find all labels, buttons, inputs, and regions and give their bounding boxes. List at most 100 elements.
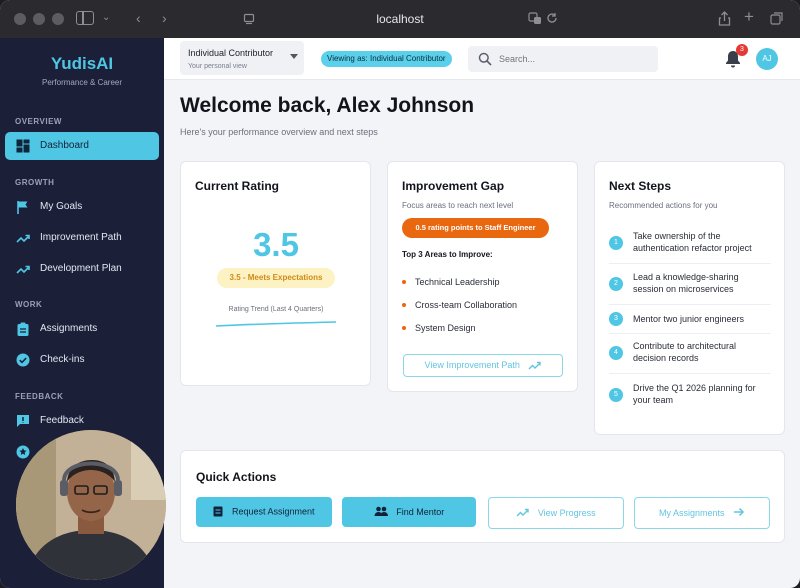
- sidebar-item-assignments[interactable]: Assignments: [5, 315, 159, 343]
- card-title: Quick Actions: [196, 470, 277, 484]
- sidebar-section-work: WORK: [15, 300, 43, 309]
- find-mentor-button[interactable]: Find Mentor: [342, 497, 476, 527]
- step-number: 5: [609, 388, 623, 402]
- reload-icon[interactable]: [546, 12, 558, 24]
- my-assignments-button[interactable]: My Assignments: [634, 497, 770, 529]
- step-number: 3: [609, 312, 623, 326]
- sidebar-item-label: Improvement Path: [40, 232, 122, 243]
- rating-value: 3.5: [253, 226, 299, 263]
- flag-icon: [17, 201, 28, 214]
- step-text: Drive the Q1 2026 planning for your team: [633, 383, 756, 405]
- next-steps-card: Next Steps Recommended actions for you 1…: [594, 161, 785, 435]
- brand-logo: YudisAI: [50, 54, 114, 73]
- rating-trend-sparkline: [215, 321, 337, 327]
- quick-actions-card: Quick Actions Request Assignment Find Me…: [180, 450, 785, 543]
- step-number: 1: [609, 236, 623, 250]
- sidebar-item-label: Dashboard: [40, 140, 89, 151]
- sidebar-item-my-goals[interactable]: My Goals: [5, 193, 159, 221]
- button-label: View Progress: [537, 507, 596, 518]
- card-title: Current Rating: [195, 179, 279, 193]
- improvement-gap-card: Improvement Gap Focus areas to reach nex…: [387, 161, 578, 392]
- search-input[interactable]: [499, 50, 649, 68]
- trend-label: Rating Trend (Last 4 Quarters): [228, 306, 324, 313]
- feedback-icon: [17, 415, 29, 427]
- step-number: 2: [609, 277, 623, 291]
- trending-up-icon: [16, 265, 30, 274]
- list-item: Technical Leadership: [402, 277, 500, 287]
- request-assignment-button[interactable]: Request Assignment: [196, 497, 332, 527]
- sidebar-item-development-plan[interactable]: Development Plan: [5, 255, 159, 283]
- list-item: System Design: [402, 323, 476, 333]
- check-circle-icon: [16, 353, 30, 367]
- webcam-overlay: [16, 430, 166, 580]
- divider: [609, 304, 771, 305]
- share-icon[interactable]: [718, 11, 731, 26]
- sidebar-item-label: Feedback: [40, 415, 84, 426]
- viewing-as-badge: Viewing as: Individual Contributor: [321, 51, 452, 67]
- list-item: Cross-team Collaboration: [402, 300, 517, 310]
- step-text: Contribute to architectural decision rec…: [633, 341, 737, 363]
- step-number: 4: [609, 346, 623, 360]
- sidebar-item-dashboard[interactable]: Dashboard: [5, 132, 159, 160]
- divider: [609, 333, 771, 334]
- new-tab-icon[interactable]: +: [744, 7, 754, 27]
- button-label: View Improvement Path: [424, 360, 520, 371]
- notification-count-badge: 3: [736, 44, 748, 56]
- sidebar-item-label: Assignments: [40, 323, 98, 334]
- tab-overview-icon[interactable]: [770, 12, 784, 25]
- sidebar-item-label: My Goals: [40, 201, 83, 212]
- address-bar[interactable]: localhost: [0, 12, 800, 26]
- sidebar-section-overview: OVERVIEW: [15, 117, 62, 126]
- bullet-icon: [402, 302, 406, 307]
- rating-badge: 3.5 - Meets Expectations: [217, 268, 335, 288]
- sidebar-item-label: Development Plan: [40, 263, 122, 274]
- dashboard-icon: [16, 139, 30, 153]
- role-selector[interactable]: Individual Contributor Your personal vie…: [180, 41, 304, 75]
- webcam-person-image: [16, 430, 166, 580]
- avatar[interactable]: AJ: [756, 48, 778, 70]
- step-text: Mentor two junior engineers: [633, 314, 745, 324]
- people-icon: [374, 507, 388, 517]
- gap-badge: 0.5 rating points to Staff Engineer: [402, 218, 549, 238]
- trending-up-icon: [16, 234, 30, 243]
- search-icon: [478, 52, 492, 66]
- area-label: Cross-team Collaboration: [415, 300, 518, 310]
- role-selector-value: Individual Contributor: [188, 48, 274, 58]
- divider: [609, 263, 771, 264]
- card-title: Improvement Gap: [402, 179, 505, 193]
- browser-window: ⌄ ‹ › localhost + YudisAI Performance & …: [0, 0, 800, 588]
- bullet-icon: [402, 279, 406, 284]
- bullet-icon: [402, 325, 406, 330]
- translate-icon[interactable]: [528, 12, 542, 25]
- card-title: Next Steps: [609, 179, 672, 193]
- browser-toolbar: ⌄ ‹ › localhost +: [0, 0, 800, 38]
- search-box[interactable]: [468, 46, 658, 72]
- star-icon: [16, 445, 30, 459]
- clipboard-icon: [17, 322, 29, 336]
- trending-up-icon: [528, 361, 542, 370]
- current-rating-card: Current Rating 3.5 3.5 - Meets Expectati…: [180, 161, 371, 386]
- page-title: Welcome back, Alex Johnson: [180, 94, 475, 117]
- area-label: System Design: [415, 323, 476, 333]
- arrow-right-icon: [734, 508, 745, 517]
- area-label: Technical Leadership: [415, 277, 500, 287]
- role-selector-subtitle: Your personal view: [188, 63, 247, 70]
- chevron-down-icon: [290, 54, 298, 59]
- button-label: Find Mentor: [396, 506, 445, 517]
- button-label: My Assignments: [658, 507, 725, 518]
- sidebar-item-check-ins[interactable]: Check-ins: [5, 346, 159, 374]
- step-text: Lead a knowledge-sharing session on micr…: [633, 272, 739, 294]
- sidebar-item-improvement-path[interactable]: Improvement Path: [5, 224, 159, 252]
- sidebar-section-growth: GROWTH: [15, 178, 55, 187]
- trending-up-icon: [516, 508, 530, 517]
- brand-tagline: Performance & Career: [41, 78, 123, 87]
- step-text: Take ownership of the authentication ref…: [633, 231, 752, 253]
- divider: [609, 373, 771, 374]
- view-progress-button[interactable]: View Progress: [488, 497, 624, 529]
- top-header: Individual Contributor Your personal vie…: [164, 38, 800, 80]
- sidebar-section-feedback: FEEDBACK: [15, 392, 64, 401]
- view-improvement-path-button[interactable]: View Improvement Path: [403, 354, 563, 377]
- sidebar-item-label: Check-ins: [40, 354, 85, 365]
- card-subtitle: Focus areas to reach next level: [402, 201, 514, 210]
- page-subtitle: Here's your performance overview and nex…: [180, 127, 378, 137]
